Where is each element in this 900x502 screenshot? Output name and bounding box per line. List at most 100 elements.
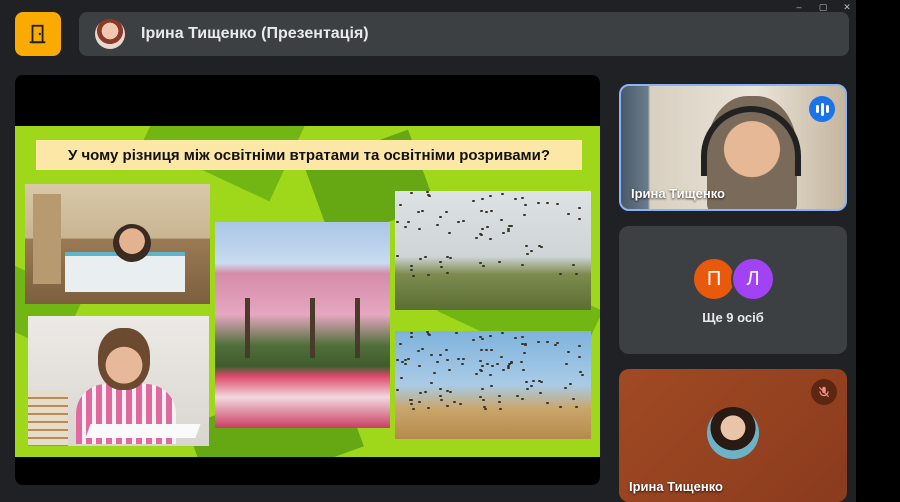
locust-speck (433, 372, 436, 374)
self-tile[interactable]: Ірина Тищенко (619, 369, 847, 502)
locust-speck (481, 228, 484, 230)
locust-speck (481, 365, 484, 367)
meet-window: – ▢ ✕ Ірина Тищенко (Презентація) У чому… (0, 0, 856, 502)
locust-speck (430, 354, 433, 356)
locust-speck (412, 408, 415, 410)
locust-speck (481, 198, 484, 200)
locust-speck (424, 256, 427, 258)
locust-speck (404, 226, 407, 228)
locust-speck (479, 360, 482, 362)
maximize-button[interactable]: ▢ (818, 2, 828, 12)
presentation-slide: У чому різниця між освітніми втратами та… (15, 126, 600, 457)
locust-speck (501, 332, 504, 334)
locust-speck (578, 356, 581, 358)
self-avatar (707, 407, 759, 459)
close-button[interactable]: ✕ (842, 2, 852, 12)
locust-speck (524, 204, 527, 206)
locust-speck (407, 358, 410, 360)
locust-speck (417, 211, 420, 213)
locust-speck (546, 202, 549, 204)
blossom-trees-photo (215, 222, 390, 428)
locust-speck (567, 213, 570, 215)
locust-speck (421, 348, 424, 350)
locust-speck (410, 403, 413, 405)
minimize-button[interactable]: – (794, 2, 804, 12)
locust-speck (502, 369, 505, 371)
locust-speck (522, 369, 525, 371)
locust-speck (427, 333, 430, 335)
locust-speck (489, 195, 492, 197)
locust-speck (556, 203, 559, 205)
locust-speck (485, 211, 488, 213)
locust-speck (440, 266, 443, 268)
locust-speck (538, 245, 541, 247)
locust-speck (462, 358, 465, 360)
locust-speck (475, 237, 478, 239)
locust-speck (439, 388, 442, 390)
locust-speck (426, 331, 429, 333)
locust-speck (569, 383, 572, 385)
locust-speck (578, 207, 581, 209)
locust-speck (427, 407, 430, 409)
locust-speck (482, 265, 485, 267)
locust-speck (510, 225, 513, 227)
locust-speck (439, 354, 442, 356)
locust-speck (510, 361, 513, 363)
locust-speck (554, 344, 557, 346)
self-name: Ірина Тищенко (629, 479, 724, 494)
locust-speck (418, 365, 421, 367)
door-icon (29, 24, 46, 44)
locust-speck (446, 390, 449, 392)
locust-swarm-photo (395, 191, 591, 310)
locust-speck (419, 258, 422, 260)
speaker-tile[interactable]: Ірина Тищенко (619, 84, 847, 211)
screen-edge (856, 0, 900, 502)
locust-speck (455, 332, 458, 334)
locust-speck (446, 256, 449, 258)
locust-speck (427, 194, 430, 196)
locust-speck (486, 363, 489, 365)
leave-call-button[interactable] (15, 12, 61, 56)
locust-speck (436, 224, 439, 226)
locust-speck (564, 387, 567, 389)
locust-speck (578, 218, 581, 220)
locust-speck (521, 336, 524, 338)
locust-speck (448, 369, 451, 371)
locust-speck (412, 275, 415, 277)
locust-speck (575, 273, 578, 275)
locust-speck (407, 221, 410, 223)
locust-speck (489, 335, 492, 337)
locust-speck (575, 406, 578, 408)
locust-speck (572, 264, 575, 266)
locust-speck (502, 232, 505, 234)
locust-speck (440, 399, 443, 401)
locust-speck (439, 395, 442, 397)
locust-speck (424, 391, 427, 393)
locust-speck (479, 396, 482, 398)
locust-speck (472, 339, 475, 341)
presentation-title-bar[interactable]: Ірина Тищенко (Презентація) (79, 12, 849, 56)
locust-speck (396, 389, 399, 391)
locust-speck (427, 274, 430, 276)
speaking-indicator-icon (809, 96, 835, 122)
locust-speck (498, 401, 501, 403)
locust-speck (490, 385, 493, 387)
locust-speck (480, 210, 483, 212)
locust-speck (514, 198, 517, 200)
locust-speck (457, 221, 460, 223)
locust-speck (526, 388, 529, 390)
other-participants-tile[interactable]: П Л Ще 9 осіб (619, 226, 847, 354)
locust-speck (410, 265, 413, 267)
locust-speck (565, 363, 568, 365)
slide-question: У чому різниця між освітніми втратами та… (36, 140, 582, 170)
locust-speck (538, 380, 541, 382)
locust-speck (479, 336, 482, 338)
locust-speck (482, 399, 485, 401)
locust-speck (572, 398, 575, 400)
locust-speck (410, 336, 413, 338)
locust-speck (462, 220, 465, 222)
locust-speck (446, 359, 449, 361)
locust-speck (410, 192, 413, 194)
locust-speck (453, 401, 456, 403)
locust-speck (396, 359, 399, 361)
